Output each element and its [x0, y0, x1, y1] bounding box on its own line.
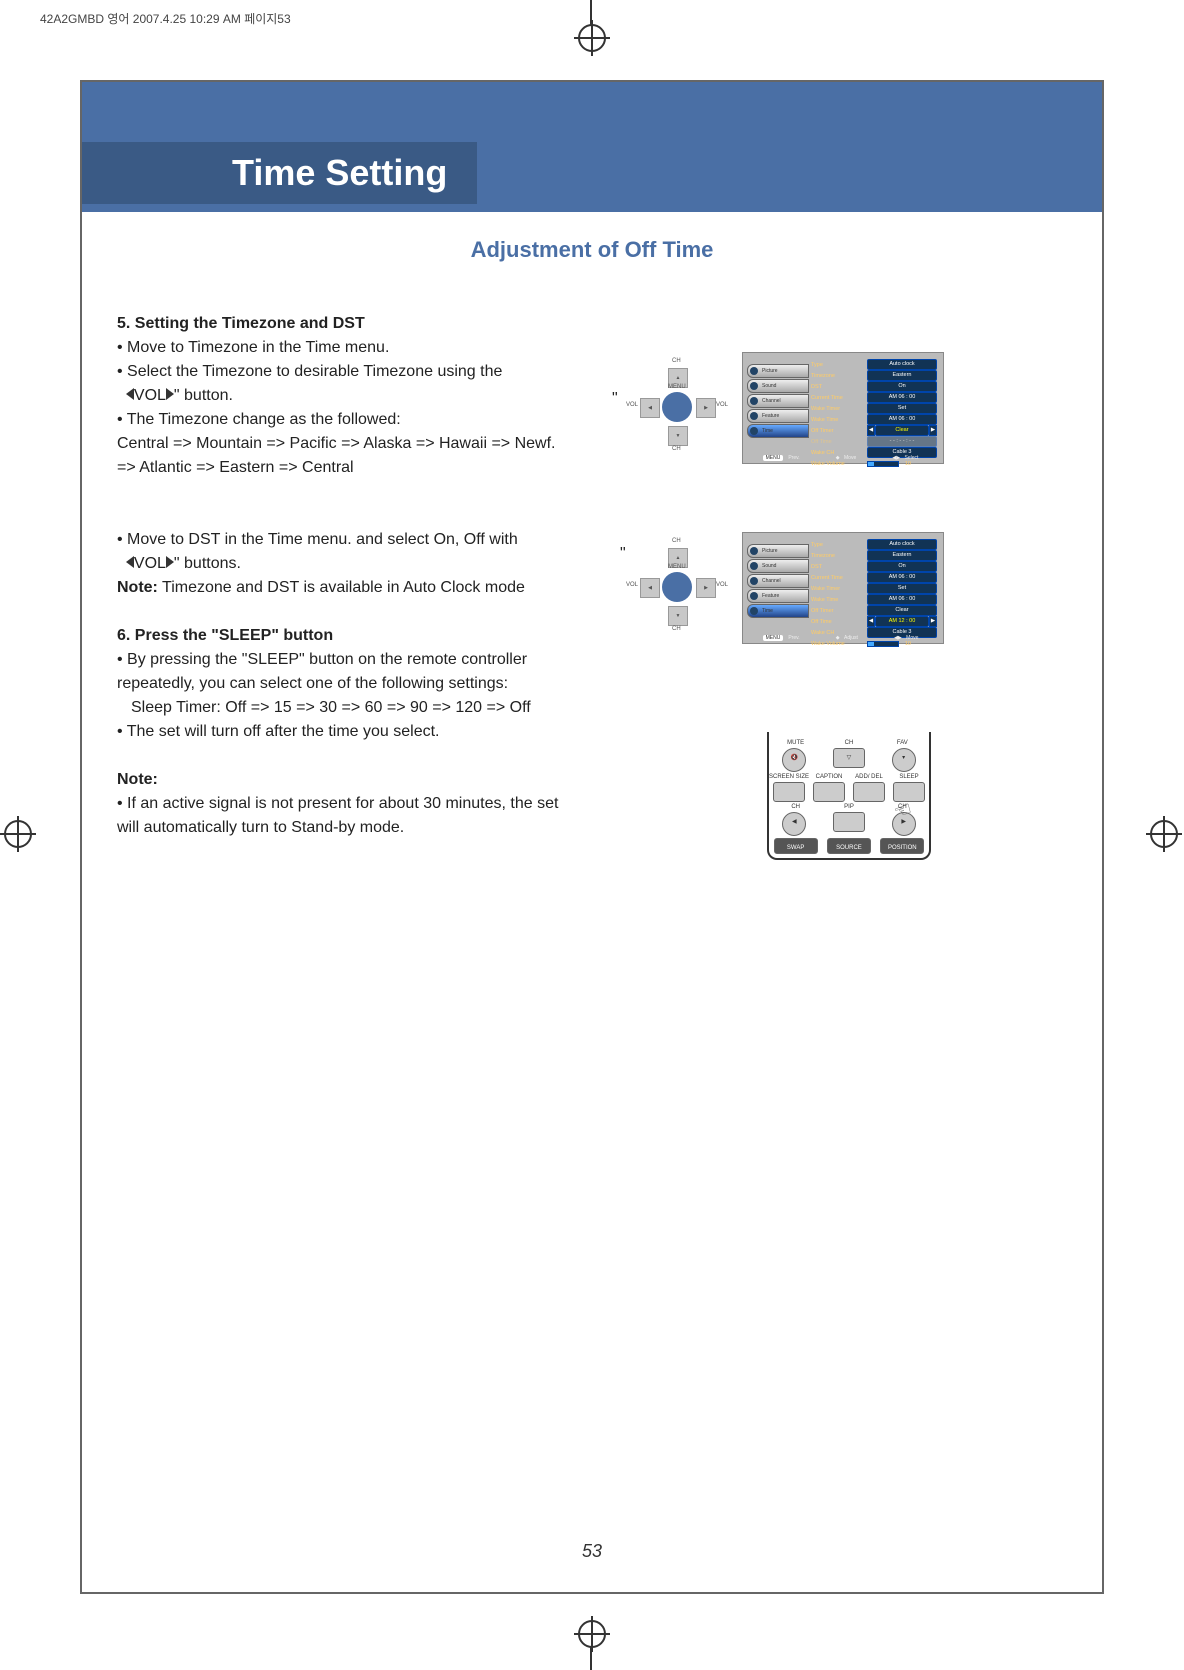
osd-tab: Picture	[747, 364, 809, 378]
step5-heading: 5. Setting the Timezone and DST	[117, 315, 365, 332]
osd-row: Current TimeAM 06 : 00	[811, 572, 937, 583]
step6-seq: Sleep Timer: Off => 15 => 30 => 60 => 90…	[117, 696, 577, 720]
left-arrow-icon: ◀	[640, 578, 660, 598]
title-banner: Time Setting	[82, 82, 1102, 212]
screen-size-button	[773, 782, 805, 802]
right-arrow-icon: ▶	[696, 578, 716, 598]
registration-bottom	[0, 1620, 1184, 1670]
osd-tab: Feature	[747, 409, 809, 423]
osd-tab: Sound	[747, 379, 809, 393]
fav-button: ▾	[892, 748, 916, 772]
osd-screenshot-timezone: PictureSoundChannelFeatureTime TypeAuto …	[742, 352, 944, 464]
osd-row: Wake TimeAM 06 : 00	[811, 414, 937, 425]
osd-row: Off Time◀AM 12 : 00▶	[811, 616, 937, 627]
pip-button	[833, 812, 865, 832]
osd-row: DSTOn	[811, 561, 937, 572]
osd-row: Off TimerClear	[811, 605, 937, 616]
osd-row: Off Time- - : - - : - -	[811, 436, 937, 447]
left-arrow-icon: ◀	[640, 398, 660, 418]
osd-row: Wake TimerSet	[811, 583, 937, 594]
dst-line: • Move to DST in the Time menu. and sele…	[117, 528, 577, 576]
step6-b2: • The set will turn off after the time y…	[117, 720, 577, 744]
note-label: Note:	[117, 771, 158, 788]
page-title: Time Setting	[82, 142, 477, 204]
osd-row: Off Timer◀Clear▶	[811, 425, 937, 436]
osd-row: TypeAuto clock	[811, 359, 937, 370]
osd-row: Wake TimerSet	[811, 403, 937, 414]
note-text: • If an active signal is not present for…	[117, 792, 577, 840]
osd-tab: Time	[747, 604, 809, 618]
caption-button	[813, 782, 845, 802]
quote-mark: "	[620, 545, 626, 563]
step5-b3: • The Timezone change as the followed:	[117, 408, 577, 432]
osd-row: Wake TimeAM 06 : 00	[811, 594, 937, 605]
page-number: 53	[82, 1541, 1102, 1562]
source-button: SOURCE	[827, 838, 871, 854]
step6-heading: 6. Press the "SLEEP" button	[117, 627, 333, 644]
body-text: 5. Setting the Timezone and DST • Move t…	[117, 312, 577, 840]
osd-tab: Feature	[747, 589, 809, 603]
add-del-button	[853, 782, 885, 802]
osd-row: Current TimeAM 06 : 00	[811, 392, 937, 403]
osd-row: TimezoneEastern	[811, 550, 937, 561]
step5-b2: • Select the Timezone to desirable Timez…	[117, 360, 577, 408]
registration-top	[0, 0, 1184, 50]
osd-tab: Sound	[747, 559, 809, 573]
osd-tab: Channel	[747, 394, 809, 408]
position-button: POSITION	[880, 838, 924, 854]
osd-tab: Channel	[747, 574, 809, 588]
osd-tab: Picture	[747, 544, 809, 558]
down-arrow-icon: ▼	[668, 426, 688, 446]
dpad-diagram: ▲ ▼ ◀ ▶ CH CH VOL VOL MENU	[632, 362, 722, 452]
registration-right	[1150, 820, 1180, 850]
registration-left	[4, 820, 34, 850]
step5-b1: • Move to Timezone in the Time menu.	[117, 336, 577, 360]
ch-left-button: ◀	[782, 812, 806, 836]
ch-down-button: ▽	[833, 748, 865, 768]
swap-button: SWAP	[774, 838, 818, 854]
dpad-center	[662, 572, 692, 602]
osd-row: TypeAuto clock	[811, 539, 937, 550]
down-arrow-icon: ▼	[668, 606, 688, 626]
left-arrow-icon	[126, 388, 134, 400]
osd-screenshot-dst: PictureSoundChannelFeatureTime TypeAuto …	[742, 532, 944, 644]
dpad-center	[662, 392, 692, 422]
dpad-diagram: ▲ ▼ ◀ ▶ CH CH VOL VOL MENU	[632, 542, 722, 632]
osd-tab: Time	[747, 424, 809, 438]
osd-row: DSTOn	[811, 381, 937, 392]
mute-icon: 🔇	[782, 748, 806, 772]
dst-note: Note: Timezone and DST is available in A…	[117, 576, 577, 600]
right-arrow-icon: ▶	[696, 398, 716, 418]
osd-row: TimezoneEastern	[811, 370, 937, 381]
section-title: Adjustment of Off Time	[232, 237, 952, 263]
left-arrow-icon	[126, 556, 134, 568]
step5-seq: Central => Mountain => Pacific => Alaska…	[117, 432, 577, 480]
right-arrow-icon	[166, 388, 174, 400]
quote-mark: "	[612, 390, 618, 408]
step6-b1: • By pressing the "SLEEP" button on the …	[117, 648, 577, 696]
right-arrow-icon	[166, 556, 174, 568]
page-frame: Time Setting Adjustment of Off Time 5. S…	[80, 80, 1104, 1594]
